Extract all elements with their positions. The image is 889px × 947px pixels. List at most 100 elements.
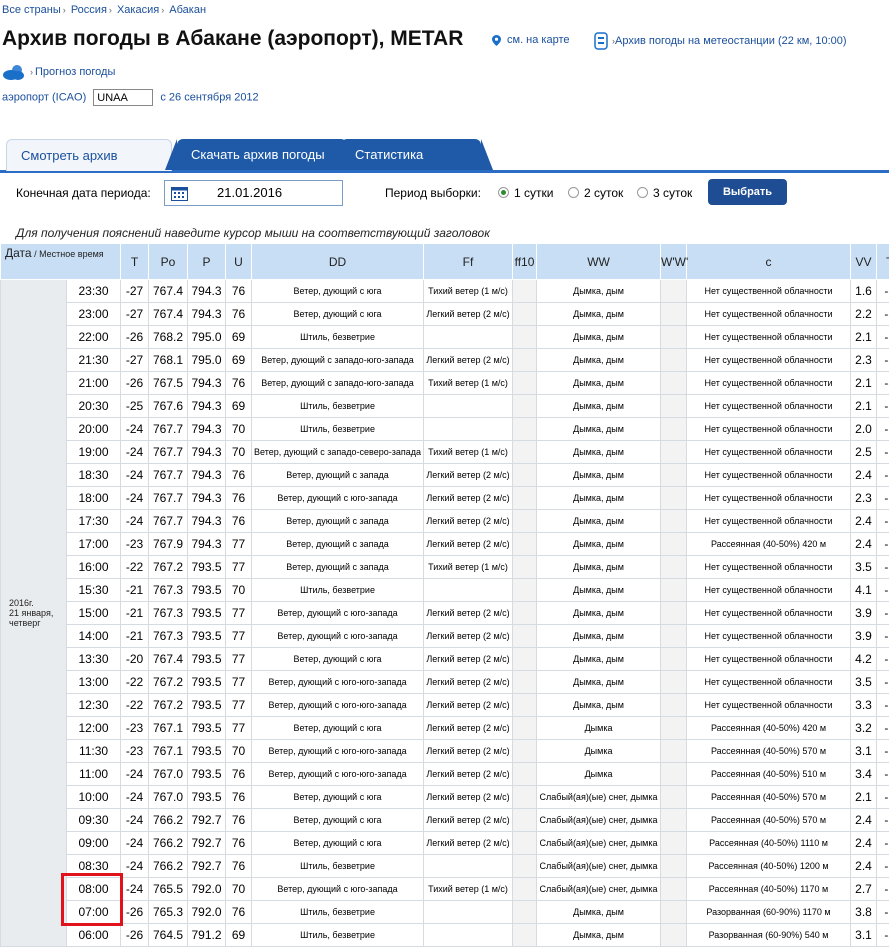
table-cell: 794.3 bbox=[187, 486, 227, 510]
column-header[interactable]: Po bbox=[148, 243, 189, 280]
table-row: 17:00 -23 767.9 794.3 77 Ветер, дующий с запа… bbox=[1, 532, 889, 556]
table-cell: Нет существенной облачности bbox=[686, 647, 852, 671]
table-cell: Рассеянная (40-50%) 570 м bbox=[686, 785, 852, 809]
map-link[interactable]: см. на карте bbox=[492, 34, 570, 46]
table-cell: Нет существенной облачности bbox=[686, 509, 852, 533]
column-header[interactable]: P bbox=[187, 243, 227, 280]
weather-station-icon bbox=[594, 32, 608, 50]
table-cell: Тихий ветер (1 м/с) bbox=[423, 555, 514, 579]
table-cell: Легкий ветер (2 м/с) bbox=[423, 808, 514, 832]
select-button[interactable]: Выбрать bbox=[708, 179, 787, 205]
table-cell: 2.4 bbox=[850, 463, 878, 487]
table-cell: 793.5 bbox=[187, 555, 227, 579]
table-cell: 3.5 bbox=[850, 670, 878, 694]
column-header[interactable]: ff10 bbox=[512, 243, 538, 280]
tab-download-archive[interactable]: Скачать архив погоды bbox=[165, 139, 359, 170]
period-radio-2[interactable]: 2 суток bbox=[568, 186, 623, 200]
calendar-icon[interactable] bbox=[171, 185, 188, 201]
breadcrumb-separator: › bbox=[161, 5, 165, 15]
column-header[interactable]: WW bbox=[536, 243, 662, 280]
table-cell: Нет существенной облачности bbox=[686, 279, 852, 303]
table-cell: 767.7 bbox=[148, 417, 189, 441]
table-cell bbox=[660, 417, 688, 441]
table-row: 13:00 -22 767.2 793.5 77 Ветер, дующий с юго-… bbox=[1, 670, 889, 694]
table-cell: 70 bbox=[225, 877, 253, 901]
breadcrumb-item[interactable]: Абакан bbox=[169, 4, 206, 16]
period-option-label: 2 суток bbox=[584, 186, 624, 200]
table-cell: Ветер, дующий с запада bbox=[251, 555, 425, 579]
table-cell: -26 bbox=[876, 716, 889, 740]
time-cell: 06:00 bbox=[65, 923, 122, 947]
table-cell: 76 bbox=[225, 302, 253, 326]
table-row: 22:00 -26 768.2 795.0 69 Штиль, безветрие Дымк… bbox=[1, 325, 889, 349]
column-header[interactable]: W'W' bbox=[660, 243, 688, 280]
column-header[interactable]: VV bbox=[850, 243, 878, 280]
table-cell: -22 bbox=[120, 670, 150, 694]
table-cell: 793.5 bbox=[187, 762, 227, 786]
table-cell: Разорванная (60-90%) 1170 м bbox=[686, 900, 852, 924]
breadcrumb-item[interactable]: Россия bbox=[71, 4, 107, 16]
table-cell: Дымка, дым bbox=[536, 555, 662, 579]
table-cell: -27 bbox=[876, 785, 889, 809]
table-cell: 70 bbox=[225, 417, 253, 441]
map-link-label: см. на карте bbox=[507, 34, 570, 46]
time-cell: 17:30 bbox=[65, 509, 122, 533]
period-radio-1[interactable]: 1 сутки bbox=[498, 186, 553, 200]
table-cell: Ветер, дующий с юго-юго-запада bbox=[251, 670, 425, 694]
table-cell: -21 bbox=[120, 624, 150, 648]
tab-statistics[interactable]: Статистика погоды bbox=[329, 139, 493, 193]
table-cell: Легкий ветер (2 м/с) bbox=[423, 762, 514, 786]
station-archive-link[interactable]: ›Архив погоды на метеостанции (22 км, 10… bbox=[594, 32, 847, 50]
column-header[interactable]: T bbox=[120, 243, 150, 280]
end-date-field[interactable]: 21.01.2016 bbox=[164, 180, 343, 206]
table-cell: Нет существенной облачности bbox=[686, 440, 852, 464]
icao-input[interactable] bbox=[93, 89, 154, 106]
radio-icon bbox=[568, 187, 579, 198]
icao-since: с 26 сентября 2012 bbox=[160, 91, 259, 104]
table-cell: Ветер, дующий с западо-юго-запада bbox=[251, 371, 425, 395]
table-cell: Рассеянная (40-50%) 1170 м bbox=[686, 877, 852, 901]
date-line: 21 января, bbox=[9, 608, 54, 618]
table-cell bbox=[660, 647, 688, 671]
table-cell bbox=[660, 348, 688, 372]
radio-icon bbox=[637, 187, 648, 198]
table-cell bbox=[512, 302, 538, 326]
table-cell: Штиль, безветрие bbox=[251, 578, 425, 602]
table-cell: 794.3 bbox=[187, 440, 227, 464]
table-cell: Дымка bbox=[536, 762, 662, 786]
table-cell: -23 bbox=[120, 739, 150, 763]
table-row: 15:30 -21 767.3 793.5 70 Штиль, безветрие Дымк… bbox=[1, 578, 889, 602]
table-cell: -27 bbox=[120, 279, 150, 303]
table-cell: Нет существенной облачности bbox=[686, 601, 852, 625]
table-cell: 77 bbox=[225, 670, 253, 694]
table-cell: -24 bbox=[120, 831, 150, 855]
column-header[interactable]: c bbox=[686, 243, 852, 280]
column-header[interactable]: Ff bbox=[423, 243, 514, 280]
column-header[interactable]: DD bbox=[251, 243, 425, 280]
table-cell bbox=[512, 417, 538, 441]
table-cell: -30 bbox=[876, 923, 889, 947]
table-row: 23:00 -27 767.4 794.3 76 Ветер, дующий с юга Л… bbox=[1, 302, 889, 326]
breadcrumb-item[interactable]: Хакасия bbox=[117, 4, 159, 16]
column-header[interactable]: Td bbox=[876, 243, 889, 280]
table-cell: -26 bbox=[876, 532, 889, 556]
column-header-date[interactable]: Дата / Местное время bbox=[0, 243, 122, 280]
table-cell: 2.4 bbox=[850, 854, 878, 878]
table-cell: -27 bbox=[120, 348, 150, 372]
column-header[interactable]: U bbox=[225, 243, 253, 280]
table-cell bbox=[423, 578, 514, 602]
table-cell: Ветер, дующий с юго-юго-запада bbox=[251, 739, 425, 763]
tab-view-archive[interactable]: Смотреть архив погоды bbox=[6, 139, 172, 194]
breadcrumb-item[interactable]: Все страны bbox=[2, 4, 61, 16]
table-cell: Слабый(ая)(ые) снег, дымка bbox=[536, 877, 662, 901]
period-radio-3[interactable]: 3 суток bbox=[637, 186, 692, 200]
period-option-label: 1 сутки bbox=[514, 186, 554, 200]
table-cell: 767.3 bbox=[148, 578, 189, 602]
table-cell: 2.1 bbox=[850, 785, 878, 809]
table-cell: 793.5 bbox=[187, 670, 227, 694]
forecast-link[interactable]: › Прогноз погоды bbox=[2, 63, 115, 81]
table-cell: 2.3 bbox=[850, 348, 878, 372]
table-cell: 2.4 bbox=[850, 831, 878, 855]
table-cell: 3.2 bbox=[850, 716, 878, 740]
table-cell: Слабый(ая)(ые) снег, дымка bbox=[536, 831, 662, 855]
